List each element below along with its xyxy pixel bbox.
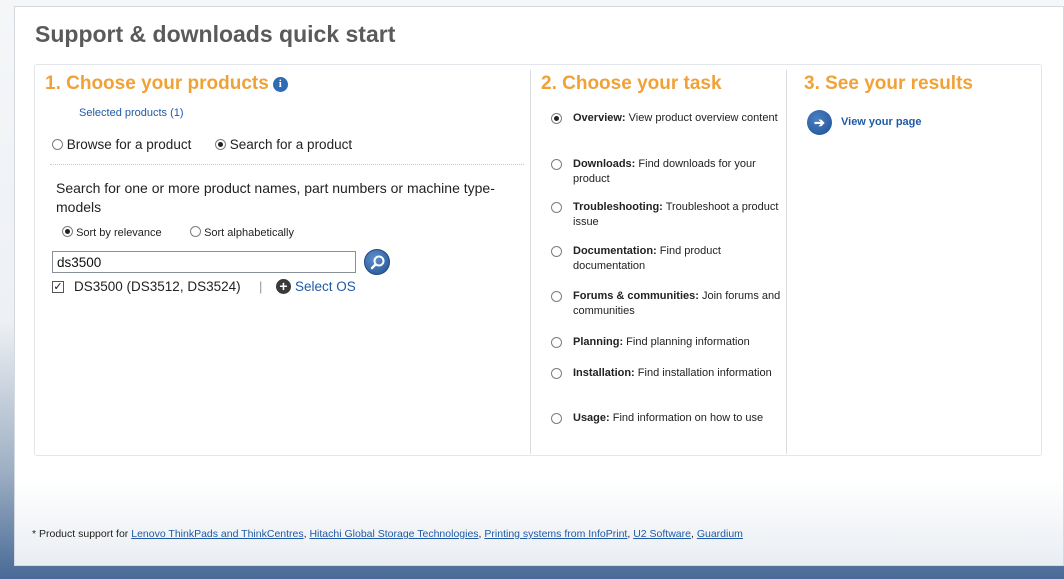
task-label: Overview: — [573, 112, 626, 124]
sort-alpha-label: Sort alphabetically — [204, 227, 294, 239]
task-label: Downloads: — [573, 158, 636, 170]
page-title: Support & downloads quick start — [35, 21, 396, 47]
task-desc: Find installation information — [637, 367, 772, 379]
step2-heading: 2. Choose your task — [541, 73, 722, 94]
separator — [50, 164, 524, 165]
task-radio[interactable] — [551, 246, 562, 257]
footer-prefix: * Product support for — [32, 528, 129, 540]
browse-label: Browse for a product — [66, 137, 192, 152]
task-overview[interactable]: Overview: View product overview content — [551, 111, 781, 126]
task-radio[interactable] — [551, 291, 562, 302]
task-downloads[interactable]: Downloads: Find downloads for your produ… — [551, 157, 781, 187]
task-radio[interactable] — [551, 368, 562, 379]
footer-link-lenovo[interactable]: Lenovo ThinkPads and ThinkCentres — [131, 528, 303, 540]
divider-step1-step2 — [530, 70, 531, 454]
task-radio[interactable] — [551, 202, 562, 213]
task-label: Installation: — [573, 367, 635, 379]
task-planning[interactable]: Planning: Find planning information — [551, 335, 781, 350]
task-documentation[interactable]: Documentation: Find product documentatio… — [551, 244, 781, 274]
task-forums[interactable]: Forums & communities: Join forums and co… — [551, 289, 781, 319]
footer-link-guardium[interactable]: Guardium — [697, 528, 743, 540]
magnifier-icon — [370, 255, 385, 270]
task-desc: Find planning information — [626, 336, 750, 348]
result-item-label: DS3500 (DS3512, DS3524) — [74, 279, 241, 294]
sort-relevance-radio[interactable] — [62, 226, 73, 237]
plus-icon[interactable]: + — [276, 279, 291, 294]
selected-products-link[interactable]: Selected products (1) — [79, 107, 184, 119]
task-desc: Find information on how to use — [612, 412, 764, 424]
footer-link-hitachi[interactable]: Hitachi Global Storage Technologies — [309, 528, 478, 540]
task-label: Troubleshooting: — [573, 201, 663, 213]
task-radio[interactable] — [551, 413, 562, 424]
result-separator: | — [259, 279, 263, 294]
footer-link-u2[interactable]: U2 Software — [633, 528, 691, 540]
select-os-link[interactable]: Select OS — [295, 279, 356, 294]
task-label: Forums & communities: — [573, 290, 699, 302]
task-installation[interactable]: Installation: Find installation informat… — [551, 366, 781, 381]
divider-step2-step3 — [786, 70, 787, 454]
footer-note: * Product support for Lenovo ThinkPads a… — [32, 528, 743, 540]
step1-heading: 1. Choose your products i — [45, 73, 288, 95]
browse-mode-option[interactable]: Browse for a product — [52, 137, 191, 152]
sort-relevance-option[interactable]: Sort by relevance — [62, 226, 162, 239]
search-input[interactable] — [52, 251, 356, 273]
task-radio[interactable] — [551, 113, 562, 124]
info-icon[interactable]: i — [272, 77, 288, 92]
task-troubleshooting[interactable]: Troubleshooting: Troubleshoot a product … — [551, 200, 781, 230]
task-label: Usage: — [573, 412, 610, 424]
result-checkbox[interactable]: ✓ — [52, 281, 64, 293]
sort-relevance-label: Sort by relevance — [76, 227, 162, 239]
search-button[interactable] — [364, 249, 390, 275]
view-page-link[interactable]: View your page — [841, 116, 922, 128]
search-label: Search for a product — [229, 137, 353, 152]
footer-link-infoprint[interactable]: Printing systems from InfoPrint — [484, 528, 627, 540]
step1-heading-text: 1. Choose your products — [45, 73, 269, 94]
task-radio[interactable] — [551, 337, 562, 348]
sort-alpha-radio[interactable] — [190, 226, 201, 237]
sort-alpha-option[interactable]: Sort alphabetically — [190, 226, 294, 239]
task-radio[interactable] — [551, 159, 562, 170]
task-label: Planning: — [573, 336, 624, 348]
step3-heading: 3. See your results — [804, 73, 973, 94]
search-radio[interactable] — [215, 139, 226, 150]
browse-radio[interactable] — [52, 139, 63, 150]
task-usage[interactable]: Usage: Find information on how to use — [551, 411, 781, 426]
arrow-right-icon[interactable]: ➔ — [807, 110, 832, 135]
search-mode-option[interactable]: Search for a product — [215, 137, 352, 152]
task-desc: View product overview content — [628, 112, 778, 124]
search-hint: Search for one or more product names, pa… — [56, 180, 495, 215]
task-label: Documentation: — [573, 245, 657, 257]
